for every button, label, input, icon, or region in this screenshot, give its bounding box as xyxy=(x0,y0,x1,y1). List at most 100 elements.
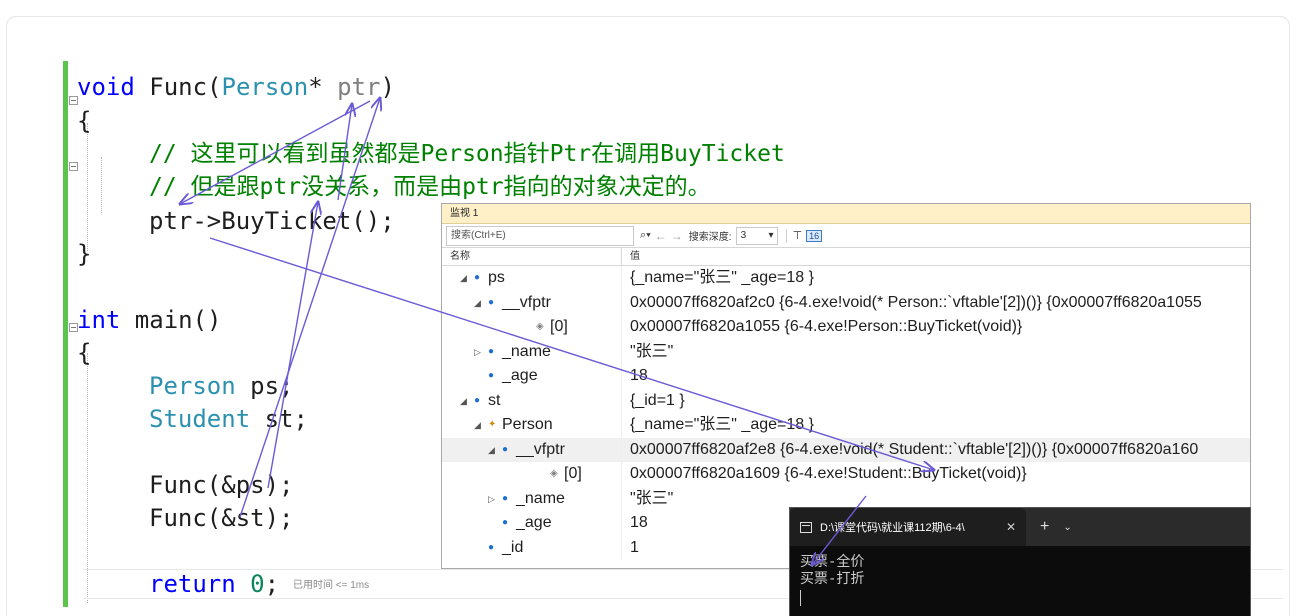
watch-row-name: ● _id xyxy=(442,535,622,560)
field-icon: ● xyxy=(488,370,495,381)
watch-row-value[interactable]: {_name="张三" _age=18 } xyxy=(622,413,1250,438)
console-output-line: 买票-全价 xyxy=(800,554,865,570)
collapse-icon[interactable]: ◢ xyxy=(488,438,495,463)
watch-row-label: [0] xyxy=(550,318,568,335)
watch-row-name: ◈ [0] xyxy=(442,462,622,487)
search-icon[interactable]: ⌕▾ xyxy=(640,229,651,242)
code-line-open-brace: { xyxy=(77,339,92,367)
field-icon: ● xyxy=(488,296,495,308)
watch-row-value[interactable]: 0x00007ff6820af2c0 {6-4.exe!void(* Perso… xyxy=(622,291,1250,316)
watch-row-label: ps xyxy=(488,269,505,286)
code-line-return: return 0; xyxy=(149,570,280,598)
changed-lines-marker xyxy=(63,61,68,607)
array-element-icon: ◈ xyxy=(536,321,544,332)
watch-row-label: __vfptr xyxy=(502,293,551,311)
watch-row[interactable]: ◢ ● st {_id=1 } xyxy=(442,388,1250,414)
fold-toggle-comment[interactable] xyxy=(69,162,78,171)
console-cursor xyxy=(800,590,801,606)
collapse-icon[interactable]: ◢ xyxy=(460,266,467,291)
watch-row-label: _age xyxy=(516,514,552,531)
watch-row-value[interactable]: {_name="张三" _age=18 } xyxy=(622,266,1250,291)
watch-row-label: _name xyxy=(516,489,565,507)
search-depth-select[interactable]: 3 ▾ xyxy=(735,226,778,245)
console-window[interactable]: D:\课堂代码\就业课112期\6-4\ ✕ + ⌄ 买票-全价 买票-打折 xyxy=(789,507,1251,616)
watch-search-input[interactable]: 搜索(Ctrl+E) xyxy=(446,225,634,246)
console-output-line: 买票-打折 xyxy=(800,571,865,587)
watch-row-name: ◢ ● __vfptr xyxy=(442,437,622,463)
watch-row[interactable]: ◈ [0] 0x00007ff6820a1055 {6-4.exe!Person::… xyxy=(442,315,1250,340)
value-column-header[interactable]: 值 xyxy=(622,248,1250,265)
chevron-down-icon[interactable]: ⌄ xyxy=(1063,522,1071,533)
code-comment-line: // 这里可以看到虽然都是Person指针Ptr在调用BuyTicket xyxy=(149,141,785,167)
watch-row-label: _age xyxy=(502,367,538,384)
screenshot-card: void Func(Person* ptr) { // 这里可以看到虽然都是Pe… xyxy=(6,16,1290,616)
pin-icon[interactable]: ⊤ xyxy=(793,229,803,242)
watch-row-name: ▷ ● _name xyxy=(442,486,622,512)
console-output: 买票-全价 买票-打折 xyxy=(790,546,1250,614)
watch-row-name: ● _age xyxy=(442,364,622,389)
expand-icon[interactable]: ▷ xyxy=(474,340,481,365)
watch-row-value[interactable]: 18 xyxy=(622,364,1250,389)
watch-row-label: [0] xyxy=(564,465,582,482)
watch-row-value[interactable]: 0x00007ff6820a1055 {6-4.exe!Person::BuyT… xyxy=(622,315,1250,340)
watch-row-value[interactable]: 0x00007ff6820af2e8 {6-4.exe!void(* Stude… xyxy=(622,438,1250,463)
watch-row-name: ◢ ✦ Person xyxy=(442,413,622,438)
watch-row-value[interactable]: {_id=1 } xyxy=(622,389,1250,414)
watch-row[interactable]: ▷ ● _name "张三" xyxy=(442,339,1250,365)
code-line-func-call-ps: Func(&ps); xyxy=(149,471,294,499)
watch-row[interactable]: ● _age 18 xyxy=(442,364,1250,389)
watch-row-label: _name xyxy=(502,342,551,360)
watch-row[interactable]: ◢ ● __vfptr 0x00007ff6820af2c0 {6-4.exe!voi… xyxy=(442,290,1250,316)
code-line-close-brace: } xyxy=(77,240,92,268)
search-depth-label: 搜索深度: xyxy=(688,232,732,243)
new-tab-icon[interactable]: + xyxy=(1040,518,1049,536)
indent-guide xyxy=(101,157,102,213)
watch-row-label: __vfptr xyxy=(516,440,565,458)
code-line-call-buyticket: ptr->BuyTicket(); xyxy=(149,207,395,235)
collapse-icon[interactable]: ◢ xyxy=(474,413,481,438)
watch-window-title: 监视 1 xyxy=(442,204,1250,224)
forward-arrow-icon[interactable]: → xyxy=(671,229,683,243)
elapsed-time-hint: 已用时间 <= 1ms xyxy=(293,580,370,591)
code-line-func-signature: void Func(Person* ptr) xyxy=(77,73,395,101)
collapse-icon[interactable]: ◢ xyxy=(460,389,467,414)
close-icon[interactable]: ✕ xyxy=(1006,520,1016,534)
watch-row-name: ◈ [0] xyxy=(442,315,622,340)
field-icon: ● xyxy=(502,443,509,455)
watch-row-value[interactable]: 0x00007ff6820a1609 {6-4.exe!Student::Buy… xyxy=(622,462,1250,487)
watch-column-header: 名称 值 xyxy=(442,248,1250,266)
watch-row[interactable]: ◢ ● ps {_name="张三" _age=18 } xyxy=(442,266,1250,291)
terminal-icon xyxy=(800,521,812,533)
console-tab-title: D:\课堂代码\就业课112期\6-4\ xyxy=(820,522,965,534)
watch-row[interactable]: ◢ ● __vfptr 0x00007ff6820af2e8 {6-4.exe!voi… xyxy=(442,437,1250,463)
field-icon: ● xyxy=(488,541,495,553)
code-line-open-brace: { xyxy=(77,107,92,135)
watch-row-value[interactable]: "张三" xyxy=(622,340,1250,365)
expand-icon[interactable]: ▷ xyxy=(488,487,495,512)
back-arrow-icon[interactable]: ← xyxy=(655,229,667,243)
watch-row-label: _id xyxy=(502,538,524,556)
watch-toolbar: 搜索(Ctrl+E) ⌕▾ ← → 搜索深度: 3 ▾ ⊤ 16 xyxy=(442,224,1250,248)
watch-row-name: ● _age xyxy=(442,511,622,536)
chevron-down-icon: ▾ xyxy=(768,229,774,241)
field-icon: ● xyxy=(502,517,509,528)
hex-display-icon[interactable]: 16 xyxy=(806,229,823,242)
field-icon: ● xyxy=(488,345,495,357)
toolbar-divider xyxy=(785,228,787,243)
code-line-student-decl: Student st; xyxy=(149,405,308,433)
code-comment-line: // 但是跟ptr没关系，而是由ptr指向的对象决定的。 xyxy=(149,174,711,200)
console-tab[interactable]: D:\课堂代码\就业课112期\6-4\ ✕ xyxy=(790,508,1026,546)
watch-row-name: ◢ ● st xyxy=(442,388,622,414)
code-line-main-signature: int main() xyxy=(77,306,222,334)
field-icon: ● xyxy=(502,492,509,504)
watch-row-name: ◢ ● ps xyxy=(442,266,622,291)
watch-row-name: ▷ ● _name xyxy=(442,339,622,365)
watch-row-label: Person xyxy=(502,416,553,433)
base-class-icon: ✦ xyxy=(488,419,497,430)
watch-row[interactable]: ◢ ✦ Person {_name="张三" _age=18 } xyxy=(442,413,1250,438)
name-column-header[interactable]: 名称 xyxy=(442,248,622,265)
watch-row[interactable]: ◈ [0] 0x00007ff6820a1609 {6-4.exe!Student:… xyxy=(442,462,1250,487)
console-titlebar: D:\课堂代码\就业课112期\6-4\ ✕ + ⌄ xyxy=(790,508,1250,546)
code-line-person-decl: Person ps; xyxy=(149,372,294,400)
collapse-icon[interactable]: ◢ xyxy=(474,291,481,316)
